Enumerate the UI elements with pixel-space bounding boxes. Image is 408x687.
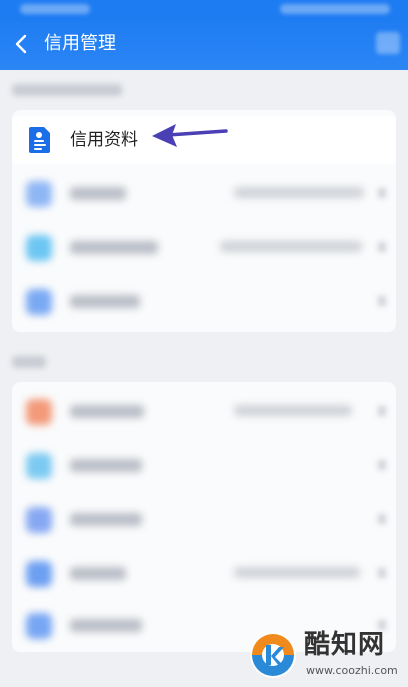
- blurred-icon: [26, 181, 52, 207]
- blurred-value: [220, 241, 362, 252]
- status-right-blur: [280, 4, 390, 14]
- blurred-label: [70, 619, 142, 632]
- list-item[interactable]: [12, 220, 396, 274]
- blurred-icon: [26, 399, 52, 425]
- chevron-right-icon: [378, 242, 386, 252]
- list-item[interactable]: [12, 384, 396, 438]
- chevron-right-icon: [378, 406, 386, 416]
- blurred-icon: [26, 289, 52, 315]
- blurred-label: [70, 567, 126, 580]
- blurred-value: [234, 405, 352, 416]
- status-bar: [0, 0, 408, 18]
- blurred-icon: [26, 235, 52, 261]
- credit-info-label: 信用资料: [70, 130, 138, 150]
- list-item[interactable]: [12, 166, 396, 220]
- blurred-icon: [26, 613, 52, 639]
- blurred-label: [70, 459, 142, 472]
- blurred-label: [70, 295, 140, 308]
- blurred-icon: [26, 561, 52, 587]
- chevron-right-icon: [378, 188, 386, 198]
- service-card-group: [12, 382, 396, 652]
- chevron-left-icon[interactable]: [12, 32, 32, 56]
- watermark-title: 酷知网: [304, 630, 386, 660]
- annotation-arrow-icon: [152, 124, 228, 147]
- list-item[interactable]: [12, 274, 396, 328]
- blurred-icon: [26, 507, 52, 533]
- list-item[interactable]: [12, 438, 396, 492]
- chevron-right-icon: [378, 514, 386, 524]
- chevron-right-icon: [378, 460, 386, 470]
- header-action-icon[interactable]: [376, 32, 400, 54]
- coozhi-logo-icon: [250, 632, 296, 678]
- watermark-url: www.coozhi.com: [306, 664, 398, 677]
- list-item[interactable]: [12, 492, 396, 546]
- blurred-value: [234, 567, 360, 578]
- document-icon: [29, 127, 50, 153]
- blurred-label: [70, 513, 142, 526]
- watermark: 酷知网 www.coozhi.com: [246, 626, 406, 684]
- blurred-icon: [26, 453, 52, 479]
- section-label-blurred: [12, 356, 46, 368]
- blurred-label: [70, 405, 144, 418]
- blurred-label: [70, 187, 126, 200]
- blurred-value: [234, 187, 364, 198]
- app-header: 信用管理: [0, 18, 408, 70]
- chevron-right-icon: [378, 296, 386, 306]
- status-left-blur: [20, 4, 90, 14]
- chevron-right-icon: [378, 568, 386, 578]
- list-item[interactable]: [12, 546, 396, 600]
- page-title: 信用管理: [44, 33, 116, 54]
- section-label-blurred: [12, 84, 122, 96]
- blurred-label: [70, 241, 158, 254]
